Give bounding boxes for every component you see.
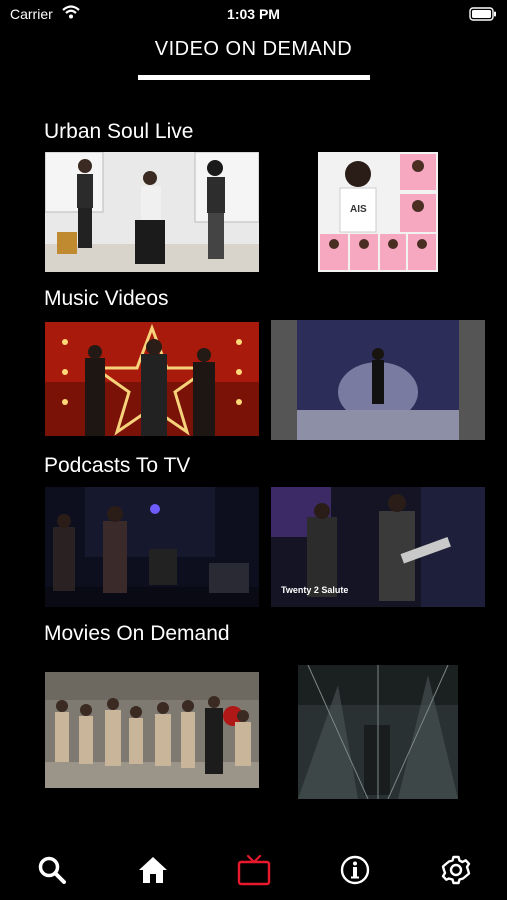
home-icon — [139, 857, 167, 883]
section-title-urban-soul-live: Urban Soul Live — [44, 120, 194, 143]
video-thumbnail[interactable] — [45, 672, 259, 788]
title-underline — [138, 75, 370, 80]
video-thumbnail[interactable] — [298, 665, 458, 799]
tab-search[interactable] — [32, 850, 72, 890]
tab-info[interactable] — [335, 850, 375, 890]
video-thumbnail[interactable] — [45, 487, 259, 607]
tv-icon — [237, 854, 271, 886]
settings-icon — [441, 855, 471, 885]
tab-bar — [0, 840, 507, 900]
section-title-movies-on-demand: Movies On Demand — [44, 622, 230, 645]
tab-home[interactable] — [133, 850, 173, 890]
video-thumbnail[interactable] — [45, 152, 259, 272]
svg-text:AIS: AIS — [350, 204, 367, 215]
video-thumbnail[interactable]: AIS — [318, 152, 438, 272]
info-icon — [340, 855, 370, 885]
section-title-podcasts-to-tv: Podcasts To TV — [44, 454, 191, 477]
video-thumbnail[interactable] — [45, 322, 259, 436]
clock: 1:03 PM — [227, 6, 280, 22]
status-bar: Carrier 1:03 PM — [0, 0, 507, 28]
tab-settings[interactable] — [436, 850, 476, 890]
video-thumbnail[interactable]: Twenty 2 Salute — [271, 487, 485, 607]
page-title: VIDEO ON DEMAND — [154, 38, 353, 60]
battery-icon — [469, 7, 497, 26]
tab-tv[interactable] — [234, 850, 274, 890]
search-icon — [38, 856, 66, 884]
video-caption: Twenty 2 Salute — [281, 585, 349, 595]
video-thumbnail[interactable] — [271, 320, 485, 440]
section-title-music-videos: Music Videos — [44, 287, 169, 310]
